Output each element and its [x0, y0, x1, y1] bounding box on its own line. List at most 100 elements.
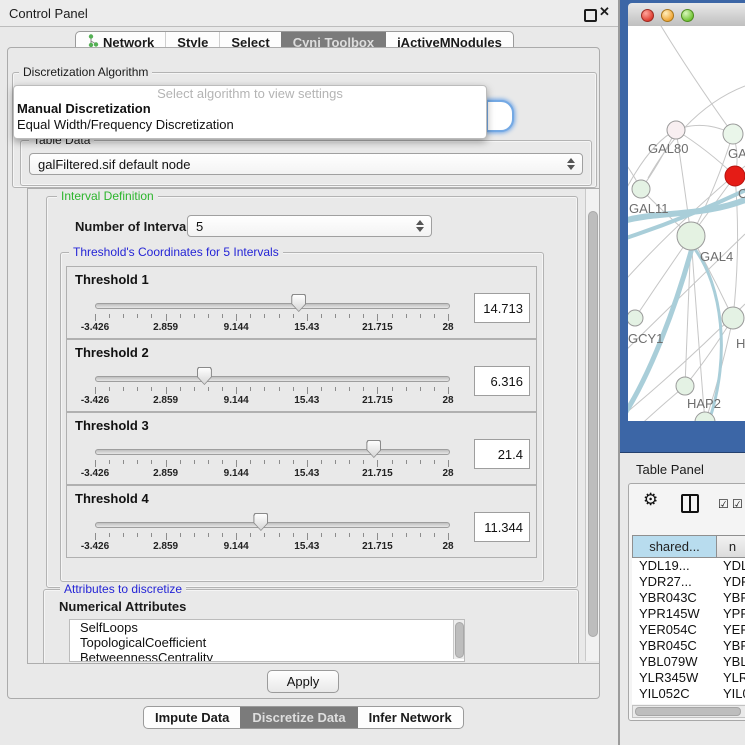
threshold-label: Threshold 1 [75, 272, 149, 287]
network-node-ga[interactable] [723, 124, 743, 144]
threshold-value-field[interactable]: 11.344 [474, 512, 530, 542]
table-row[interactable]: YBL079WYBL0 [632, 654, 745, 670]
cell-shared-name: YIL052C [632, 686, 723, 702]
attribute-item-selfloops[interactable]: SelfLoops [70, 620, 464, 635]
tick-mark [222, 314, 223, 318]
algorithm-dropdown-popup: Select algorithm to view settingsManual … [13, 85, 487, 139]
numerical-attributes-list[interactable]: SelfLoopsTopologicalCoefficientBetweenne… [69, 619, 465, 662]
table-row[interactable]: YBR043CYBR0 [632, 590, 745, 606]
tick-mark [307, 387, 308, 394]
table-horizontal-scrollbar[interactable] [632, 705, 745, 718]
scale-label: 2.859 [136, 541, 196, 552]
tick-mark [349, 387, 350, 391]
cyni-mode-tabs: Impute DataDiscretize DataInfer Network [143, 706, 464, 729]
num-intervals-combo[interactable]: 5 [187, 215, 432, 237]
slider-thumb[interactable] [253, 513, 268, 531]
tick-mark [420, 314, 421, 318]
network-node-hap2[interactable] [676, 377, 694, 395]
threshold-value-field[interactable]: 21.4 [474, 439, 530, 469]
tick-mark [166, 387, 167, 394]
slider-track[interactable] [95, 449, 450, 455]
tick-mark [377, 533, 378, 540]
select-all-check-icon[interactable]: ☑ [718, 497, 729, 511]
slider-track[interactable] [95, 522, 450, 528]
attribute-item-topologicalcoefficient[interactable]: TopologicalCoefficient [70, 635, 464, 650]
slider-track[interactable] [95, 376, 450, 382]
settings-scrollbar[interactable] [585, 189, 599, 661]
table-row[interactable]: YLR345WYLR3 [632, 670, 745, 686]
mode-tab-impute-data[interactable]: Impute Data [144, 707, 240, 728]
num-intervals-value: 5 [196, 219, 203, 234]
table-panel-box: ⚙ ☑ ☑ shared... n YDL19...YDL1YDR27...YD… [628, 483, 745, 721]
tick-mark [166, 460, 167, 467]
tick-mark [180, 533, 181, 537]
threshold-label: Threshold 2 [75, 345, 149, 360]
slider-thumb[interactable] [197, 367, 212, 385]
apply-button[interactable]: Apply [267, 670, 339, 693]
close-icon[interactable]: ✕ [599, 4, 610, 20]
tick-mark [406, 533, 407, 537]
column-header-name[interactable]: n [717, 535, 745, 558]
table-row[interactable]: YIL052CYIL0 [632, 686, 745, 702]
table-row[interactable]: YBR045CYBR0 [632, 638, 745, 654]
tick-mark [349, 460, 350, 464]
tick-mark [448, 314, 449, 321]
node-label: H [736, 336, 745, 351]
scale-label: 15.43 [277, 541, 337, 552]
numerical-attributes-label: Numerical Attributes [59, 599, 186, 614]
tick-mark [420, 460, 421, 464]
minimize-traffic-light-icon[interactable] [661, 9, 674, 22]
cell-name: YER0 [723, 622, 745, 638]
dropdown-item-equal-width-frequency-discretization[interactable]: Equal Width/Frequency Discretization [14, 117, 486, 133]
column-header-shared-name[interactable]: shared... [632, 535, 717, 558]
slider-thumb[interactable] [291, 294, 306, 312]
table-data-combo[interactable]: galFiltered.sif default node [29, 153, 583, 175]
cell-name: YBR0 [723, 638, 745, 654]
cell-shared-name: YDR27... [632, 574, 723, 590]
thresholds-group: Threshold's Coordinates for 5 Intervals … [60, 252, 544, 582]
slider-track[interactable] [95, 303, 450, 309]
columns-icon[interactable] [681, 494, 699, 513]
tick-mark [335, 460, 336, 464]
tick-mark [448, 460, 449, 467]
tick-mark [392, 533, 393, 537]
tick-mark [250, 533, 251, 537]
tick-mark [95, 314, 96, 321]
dropdown-item-select-algorithm-to-view-settings[interactable]: Select algorithm to view settings [14, 86, 486, 101]
attribute-item-betweennesscentrality[interactable]: BetweennessCentrality [70, 650, 464, 662]
dropdown-item-manual-discretization[interactable]: Manual Discretization [14, 101, 486, 117]
tick-mark [222, 460, 223, 464]
tick-mark [151, 314, 152, 318]
algorithm-combo[interactable] [486, 100, 514, 132]
table-row[interactable]: YER054CYER0 [632, 622, 745, 638]
mode-tab-discretize-data[interactable]: Discretize Data [240, 707, 356, 728]
float-window-icon[interactable] [584, 9, 597, 22]
mode-tab-infer-network[interactable]: Infer Network [357, 707, 463, 728]
attributes-scrollbar[interactable] [453, 620, 464, 659]
tick-mark [307, 460, 308, 467]
table-panel-title: Table Panel [636, 462, 704, 477]
threshold-value-field[interactable]: 6.316 [474, 366, 530, 396]
table-row[interactable]: YDR27...YDR2 [632, 574, 745, 590]
network-node-h[interactable] [722, 307, 744, 329]
tick-mark [363, 460, 364, 464]
threshold-panel-4: Threshold 4-3.4262.8599.14415.4321.71528… [66, 485, 537, 558]
network-node-gal80[interactable] [667, 121, 685, 139]
tick-mark [109, 314, 110, 318]
gear-icon[interactable]: ⚙ [643, 490, 658, 510]
threshold-value-field[interactable]: 14.713 [474, 293, 530, 323]
close-traffic-light-icon[interactable] [641, 9, 654, 22]
tick-mark [349, 533, 350, 537]
select-all-check-icon[interactable]: ☑ [732, 497, 743, 511]
network-canvas[interactable]: GAL80GACGAL11GAL4GCY1HHAP2 [628, 26, 745, 421]
network-node-gal4[interactable] [677, 222, 705, 250]
slider-thumb[interactable] [366, 440, 381, 458]
table-row[interactable]: YPR145WYPR1 [632, 606, 745, 622]
cell-shared-name: YLR345W [632, 670, 723, 686]
network-node-c[interactable] [725, 166, 745, 186]
network-node-gcy1[interactable] [628, 310, 643, 326]
tick-mark [335, 387, 336, 391]
table-row[interactable]: YDL19...YDL1 [632, 558, 745, 574]
network-node-gal11[interactable] [632, 180, 650, 198]
zoom-traffic-light-icon[interactable] [681, 9, 694, 22]
